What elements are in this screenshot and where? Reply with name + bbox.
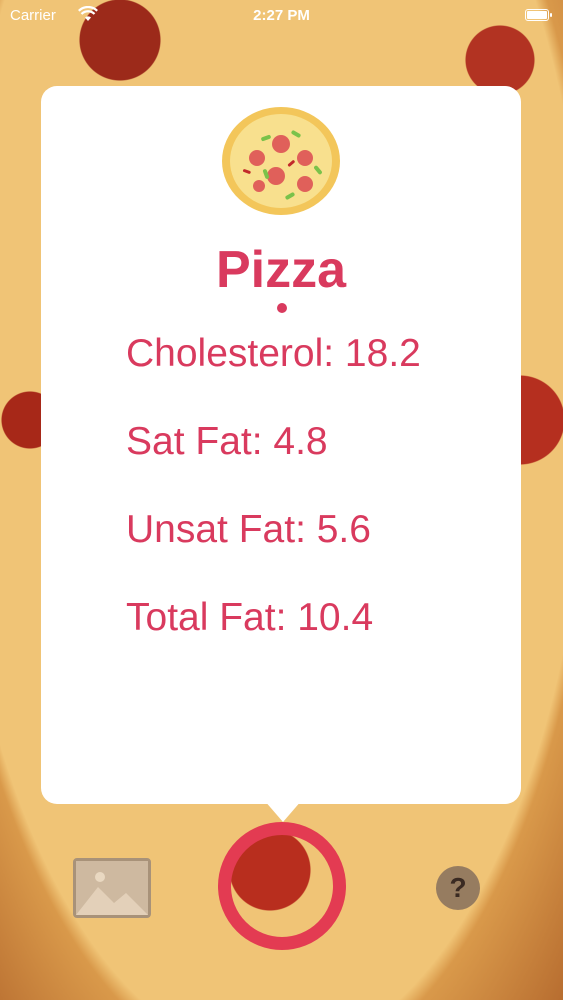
stat-sat-fat: Sat Fat: 4.8 <box>126 420 328 463</box>
stat-total-fat: Total Fat: 10.4 <box>126 596 374 639</box>
photo-gallery-button[interactable] <box>73 858 151 918</box>
photo-gallery-icon <box>76 861 148 915</box>
stat-unsat-fat: Unsat Fat: 5.6 <box>126 508 371 551</box>
help-button[interactable]: ? <box>436 866 480 910</box>
nutrition-stats-list: Cholesterol: 18.2 Sat Fat: 4.8 Unsat Fat… <box>126 330 421 682</box>
capture-button[interactable] <box>218 822 346 950</box>
pizza-icon <box>222 107 340 215</box>
nutrition-popover: Pizza Cholesterol: 18.2 Sat Fat: 4.8 Uns… <box>41 86 521 804</box>
stat-cholesterol: Cholesterol: 18.2 <box>126 332 421 375</box>
separator-dot <box>277 303 287 313</box>
battery-icon <box>525 9 552 21</box>
popover-arrow <box>264 800 302 822</box>
food-title: Pizza <box>215 241 347 299</box>
status-bar: Carrier 2:27 PM <box>0 0 563 32</box>
clock-time: 2:27 PM <box>253 7 310 24</box>
